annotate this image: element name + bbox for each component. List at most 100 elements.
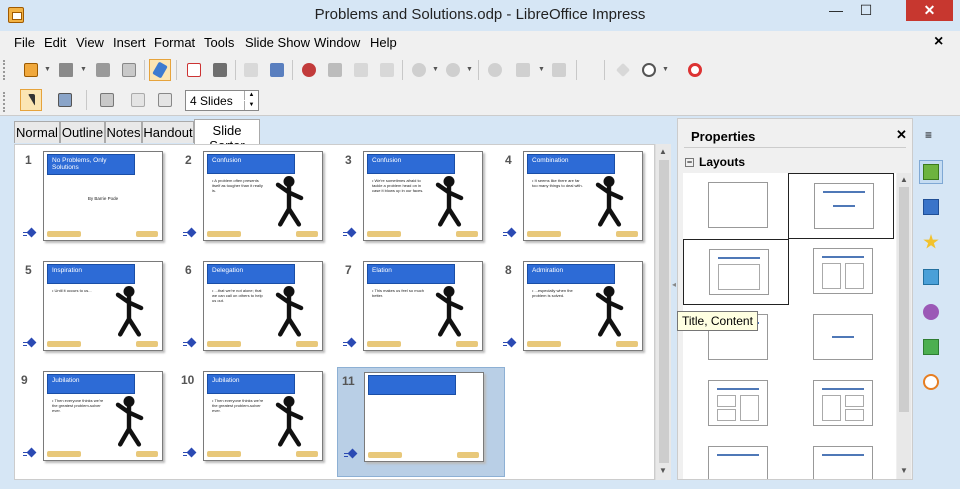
tab-normal[interactable]: Normal (14, 121, 60, 143)
slide-thumbnail[interactable]: 4 Combination • It seems like there are fa… (497, 147, 665, 249)
layout-title-slide[interactable] (788, 173, 894, 239)
slide-preview[interactable]: Confusion • A problem often presents itse… (203, 151, 323, 241)
properties-deck-icon[interactable] (919, 160, 943, 184)
close-window-button[interactable]: ✕ (906, 0, 953, 21)
transition-icon[interactable] (154, 89, 176, 111)
layout-title-content[interactable] (683, 239, 789, 305)
menu-file[interactable]: File (14, 35, 35, 50)
slide-transition-deck-icon[interactable] (919, 265, 943, 289)
help-lifebuoy-icon[interactable] (684, 59, 706, 81)
layout-title-two-content[interactable] (788, 239, 894, 305)
draw-functions-icon[interactable] (612, 59, 634, 81)
slide-preview[interactable]: Elation • This makes us feel so much bett… (363, 261, 483, 351)
slide-thumbnail[interactable]: 10 Jubilation • Then everyone thinks we're… (177, 367, 345, 469)
splitter-handle-icon[interactable]: ◂ (672, 280, 676, 289)
scrollbar-thumb[interactable] (899, 187, 909, 412)
toolbar-grip[interactable] (3, 60, 7, 80)
menu-help[interactable]: Help (370, 35, 397, 50)
slide-preview[interactable]: Inspiration • Until it occurs to us... (43, 261, 163, 351)
slide-preview[interactable] (364, 372, 484, 462)
image-icon[interactable] (548, 59, 570, 81)
maximize-button[interactable]: ☐ (852, 0, 880, 21)
layout-title-4content[interactable] (683, 437, 789, 479)
new-document-icon[interactable] (20, 59, 42, 81)
layouts-section-header[interactable]: − Layouts (685, 155, 745, 169)
toolbar-grip[interactable] (3, 92, 7, 112)
slide-thumbnail[interactable]: 9 Jubilation • Then everyone thinks we're … (17, 367, 185, 469)
scroll-up-icon[interactable]: ▲ (900, 175, 908, 184)
save-icon[interactable] (92, 59, 114, 81)
table-icon[interactable] (512, 59, 534, 81)
redo-icon[interactable] (442, 59, 464, 81)
rehearse-timings-icon[interactable] (96, 89, 118, 111)
menu-edit[interactable]: Edit (44, 35, 66, 50)
copy-icon[interactable] (324, 59, 346, 81)
tab-notes[interactable]: Notes (105, 121, 142, 143)
paste-icon[interactable] (350, 59, 372, 81)
minimize-button[interactable]: — (822, 0, 850, 21)
collapse-icon[interactable]: − (685, 158, 694, 167)
sorter-vertical-scrollbar[interactable]: ▲ ▼ (655, 144, 671, 480)
undo-icon[interactable] (408, 59, 430, 81)
slide-thumbnail[interactable]: 8 Admiration • ...especially when the prob… (497, 257, 665, 359)
styles-deck-icon[interactable] (919, 300, 943, 324)
export-pdf-icon[interactable] (183, 59, 205, 81)
slide-preview[interactable]: Combination • It seems like there are far… (523, 151, 643, 241)
navigator-deck-icon[interactable] (919, 370, 943, 394)
close-document-button[interactable]: × (934, 33, 943, 51)
zoom-dropdown-icon[interactable]: ▼ (662, 66, 669, 73)
edit-mode-icon[interactable] (149, 59, 171, 81)
table-dropdown-icon[interactable]: ▼ (538, 66, 545, 73)
slide-preview[interactable]: Jubilation • Then everyone thinks we're t… (43, 371, 163, 461)
menu-slide-show[interactable]: Slide Show (245, 35, 310, 50)
email-icon[interactable] (118, 59, 140, 81)
slide-thumbnail[interactable]: 2 Confusion • A problem often presents its… (177, 147, 345, 249)
layout-title-2content-content[interactable] (683, 371, 789, 437)
spin-down-icon[interactable]: ▼ (244, 101, 258, 110)
menu-window[interactable]: Window (314, 35, 360, 50)
layout-blank[interactable] (683, 173, 789, 239)
slide-thumbnail[interactable]: 7 Elation • This makes us feel so much bet… (337, 257, 505, 359)
slide-thumbnail[interactable]: 3 Confusion • We're sometimes afraid to ta… (337, 147, 505, 249)
open-dropdown-icon[interactable]: ▼ (80, 66, 87, 73)
slide-preview[interactable]: No Problems, Only Solutions By Barrie Pod… (43, 151, 163, 241)
spin-up-icon[interactable]: ▲ (244, 91, 258, 100)
autospellcheck-icon[interactable] (266, 59, 288, 81)
menu-tools[interactable]: Tools (204, 35, 234, 50)
slide-preview[interactable]: Admiration • ...especially when the probl… (523, 261, 643, 351)
properties-scrollbar[interactable]: ▲ ▼ (897, 173, 911, 479)
scrollbar-thumb[interactable] (659, 160, 669, 463)
slide-show-icon[interactable] (54, 89, 76, 111)
properties-close-button[interactable]: ✕ (896, 127, 907, 143)
slide-preview[interactable]: Jubilation • Then everyone thinks we're t… (203, 371, 323, 461)
tab-handout[interactable]: Handout (142, 121, 194, 143)
undo-dropdown-icon[interactable]: ▼ (432, 66, 439, 73)
clone-formatting-icon[interactable] (376, 59, 398, 81)
layout-title-6content[interactable] (788, 437, 894, 479)
chart-icon[interactable] (484, 59, 506, 81)
cut-icon[interactable] (298, 59, 320, 81)
scroll-down-icon[interactable]: ▼ (900, 466, 908, 475)
slide-preview[interactable]: Delegation • ...that we're not alone; tha… (203, 261, 323, 351)
slide-preview[interactable]: Confusion • We're sometimes afraid to tac… (363, 151, 483, 241)
custom-animation-deck-icon[interactable] (919, 230, 943, 254)
menu-format[interactable]: Format (154, 35, 195, 50)
master-slides-deck-icon[interactable] (919, 195, 943, 219)
slide-thumbnail[interactable]: 6 Delegation • ...that we're not alone; th… (177, 257, 345, 359)
menu-view[interactable]: View (76, 35, 104, 50)
print-icon[interactable] (209, 59, 231, 81)
redo-dropdown-icon[interactable]: ▼ (466, 66, 473, 73)
zoom-icon[interactable] (638, 59, 660, 81)
new-dropdown-icon[interactable]: ▼ (44, 66, 51, 73)
tab-outline[interactable]: Outline (60, 121, 105, 143)
select-pointer-icon[interactable] (20, 89, 42, 111)
open-folder-icon[interactable] (55, 59, 77, 81)
layout-title-content-2content[interactable] (788, 371, 894, 437)
slide-layout-icon[interactable] (127, 89, 149, 111)
slides-per-row-spinbox[interactable]: 4 Slides ▲ ▼ (185, 90, 259, 111)
sidebar-menu-icon[interactable]: ≡ (925, 128, 932, 142)
slide-thumbnail[interactable]: 1 No Problems, Only Solutions By Barrie Po… (17, 147, 185, 249)
layout-centered-text[interactable] (788, 305, 894, 371)
scroll-down-icon[interactable]: ▼ (659, 466, 667, 475)
menu-insert[interactable]: Insert (113, 35, 146, 50)
